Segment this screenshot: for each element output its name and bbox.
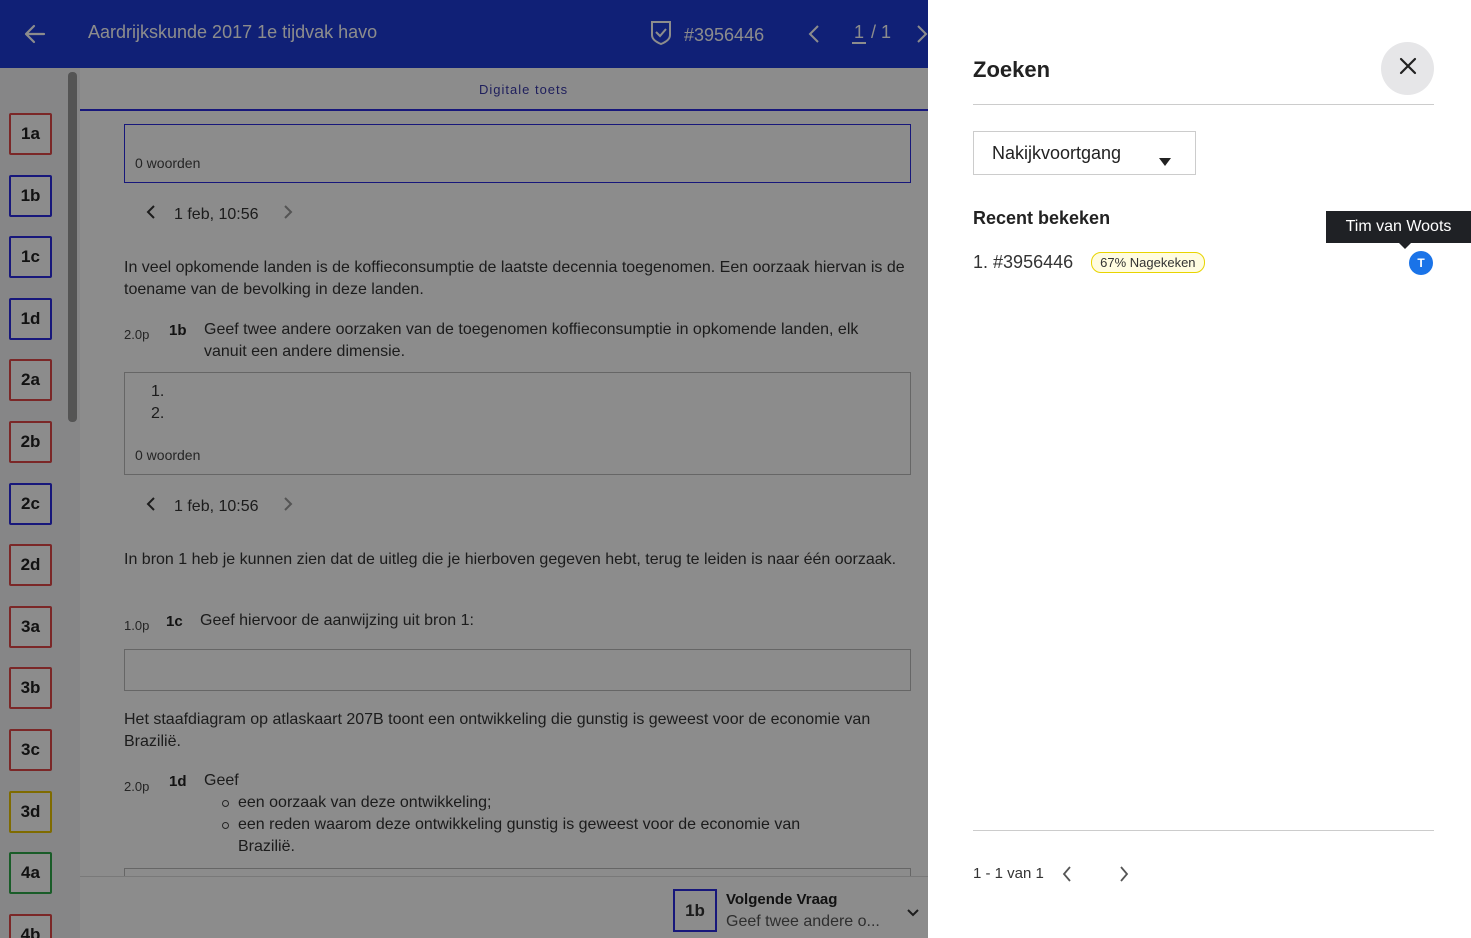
- divider: [973, 104, 1434, 105]
- filter-value: Nakijkvoortgang: [992, 142, 1122, 163]
- modal-backdrop[interactable]: [0, 0, 928, 938]
- list-item[interactable]: 1. #3956446 67% Nagekeken: [973, 252, 1205, 273]
- search-panel: Zoeken Nakijkvoortgang Recent bekeken 1.…: [928, 0, 1471, 938]
- chevron-right-icon[interactable]: [1119, 865, 1129, 888]
- chevron-left-icon[interactable]: [1062, 865, 1072, 888]
- filter-dropdown[interactable]: Nakijkvoortgang: [973, 131, 1196, 175]
- tooltip-arrow: [1399, 243, 1411, 249]
- panel-title: Zoeken: [973, 57, 1051, 82]
- avatar-tooltip: Tim van Woots: [1326, 211, 1471, 243]
- caret-down-icon: [1159, 150, 1171, 171]
- close-button[interactable]: [1381, 42, 1434, 95]
- pagination-text: 1 - 1 van 1: [973, 865, 1044, 882]
- avatar[interactable]: T: [1409, 251, 1433, 275]
- result-index: 1.: [973, 252, 989, 272]
- divider: [973, 830, 1434, 831]
- recent-viewed-title: Recent bekeken: [973, 208, 1111, 228]
- close-icon: [1399, 57, 1417, 80]
- progress-badge: 67% Nagekeken: [1091, 252, 1205, 273]
- result-id: #3956446: [993, 252, 1074, 272]
